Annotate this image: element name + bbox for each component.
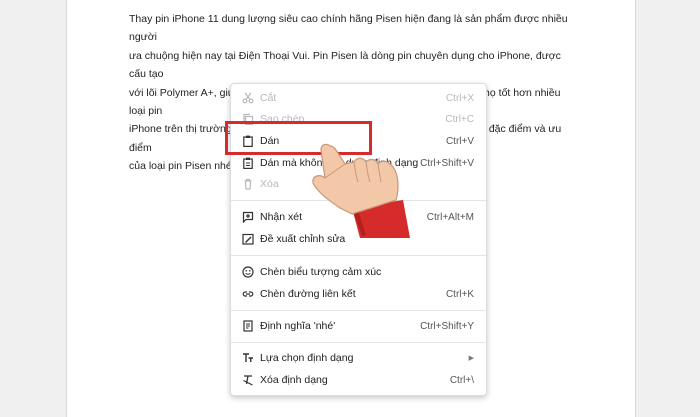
menu-divider (231, 342, 486, 343)
scissors-icon (241, 91, 255, 105)
menu-divider (231, 310, 486, 311)
menu-item-cut[interactable]: Cắt Ctrl+X (231, 87, 486, 109)
text-line-1: Thay pin iPhone 11 dung lượng siêu cao c… (129, 13, 568, 44)
clear-format-icon (241, 373, 255, 387)
menu-divider (231, 255, 486, 256)
menu-item-format-options[interactable]: Lựa chọn định dạng ▶ (231, 347, 486, 369)
emoji-icon (241, 265, 255, 279)
menu-item-define[interactable]: Định nghĩa 'nhé' Ctrl+Shift+Y (231, 315, 486, 337)
dictionary-icon (241, 319, 255, 333)
link-icon (241, 287, 255, 301)
clipboard-plain-icon (241, 156, 255, 170)
pointing-hand-icon (300, 138, 410, 238)
suggest-edit-icon (241, 232, 255, 246)
menu-item-insert-link[interactable]: Chèn đường liên kết Ctrl+K (231, 283, 486, 305)
trash-icon (241, 177, 255, 191)
menu-item-clear-formatting[interactable]: Xóa định dạng Ctrl+\ (231, 369, 486, 391)
text-format-icon (241, 351, 255, 365)
add-comment-icon (241, 210, 255, 224)
submenu-arrow-icon: ▶ (468, 355, 474, 362)
menu-item-insert-emoji[interactable]: Chèn biểu tượng cảm xúc (231, 261, 486, 283)
text-line-2: ưa chuộng hiện nay tại Điện Thoại Vui. P… (129, 49, 561, 81)
